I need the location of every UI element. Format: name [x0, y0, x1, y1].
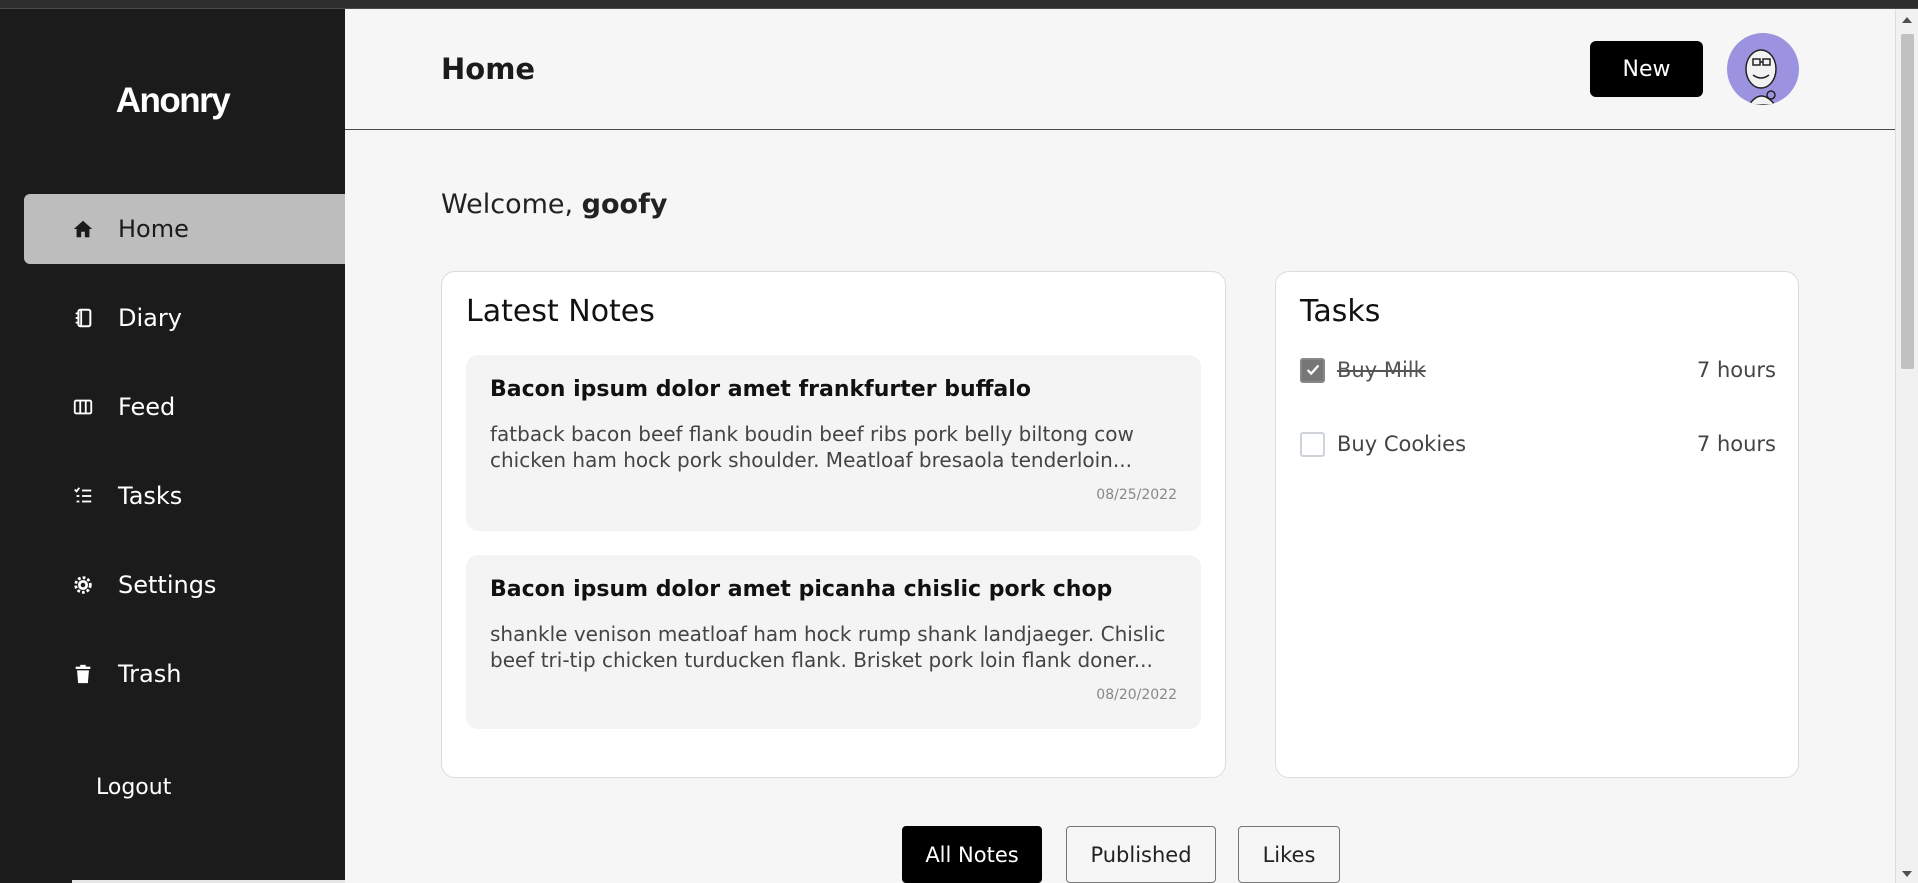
tab-all-notes[interactable]: All Notes: [902, 826, 1042, 883]
note-excerpt: shankle venison meatloaf ham hock rump s…: [490, 622, 1166, 672]
tasks-title: Tasks: [1300, 294, 1381, 329]
scroll-down-arrow-icon[interactable]: [1902, 871, 1912, 877]
task-item: Buy Milk 7 hours: [1300, 355, 1776, 385]
sidebar-item-label: Tasks: [118, 482, 183, 510]
sidebar-item-home[interactable]: Home: [24, 194, 345, 264]
sidebar-item-trash[interactable]: Trash: [24, 639, 345, 709]
avatar-icon[interactable]: [1727, 33, 1799, 105]
logout-button[interactable]: Logout: [96, 775, 171, 800]
note-title: Bacon ipsum dolor amet picanha chislic p…: [490, 577, 1113, 602]
check-icon: [1306, 364, 1319, 376]
page-header: Home New: [345, 9, 1895, 130]
task-label: Buy Cookies: [1337, 432, 1467, 456]
home-icon: [72, 218, 94, 240]
tasks-card: Tasks Buy Milk 7 hours Buy Cookies 7 hou…: [1275, 271, 1799, 778]
page-title: Home: [441, 52, 536, 86]
sidebar-item-label: Settings: [118, 571, 217, 599]
sidebar: Anonry Home Diary Feed Tasks Settings Tr…: [0, 9, 588, 883]
sidebar-item-label: Feed: [118, 393, 176, 421]
feed-icon: [72, 396, 94, 418]
note-date: 08/20/2022: [1096, 687, 1177, 703]
task-time: 7 hours: [1696, 358, 1776, 382]
tasks-icon: [72, 485, 94, 507]
settings-icon: [72, 574, 94, 596]
scroll-up-arrow-icon[interactable]: [1902, 17, 1912, 23]
tab-likes[interactable]: Likes: [1238, 826, 1340, 883]
new-button[interactable]: New: [1590, 41, 1703, 97]
note-date: 08/25/2022: [1096, 487, 1177, 503]
latest-notes-card: Latest Notes Bacon ipsum dolor amet fran…: [441, 271, 1226, 778]
diary-icon: [72, 307, 94, 329]
note-excerpt: fatback bacon beef flank boudin beef rib…: [490, 422, 1134, 472]
vertical-scrollbar[interactable]: [1895, 9, 1918, 883]
sidebar-item-label: Diary: [118, 304, 182, 332]
welcome-message: Welcome, goofy: [441, 189, 667, 220]
main-content: Home New Welcome, goofy Latest Notes Bac…: [345, 9, 1895, 883]
tab-published[interactable]: Published: [1066, 826, 1216, 883]
note-title: Bacon ipsum dolor amet frankfurter buffa…: [490, 377, 1031, 402]
sidebar-item-feed[interactable]: Feed: [24, 372, 345, 442]
task-item: Buy Cookies 7 hours: [1300, 429, 1776, 459]
app-logo: Anonry: [115, 81, 231, 120]
task-time: 7 hours: [1696, 432, 1776, 456]
sidebar-item-label: Trash: [118, 660, 182, 688]
trash-icon: [72, 663, 94, 685]
latest-notes-title: Latest Notes: [466, 294, 655, 329]
note-card[interactable]: Bacon ipsum dolor amet frankfurter buffa…: [466, 355, 1201, 531]
note-card[interactable]: Bacon ipsum dolor amet picanha chislic p…: [466, 555, 1201, 729]
sidebar-item-tasks[interactable]: Tasks: [24, 461, 345, 531]
task-checkbox[interactable]: [1300, 431, 1325, 457]
sidebar-item-settings[interactable]: Settings: [24, 550, 345, 620]
sidebar-item-label: Home: [118, 215, 189, 243]
welcome-username: goofy: [581, 189, 668, 220]
welcome-prefix: Welcome,: [441, 189, 582, 220]
browser-top-bar: [0, 0, 1918, 9]
task-label: Buy Milk: [1337, 358, 1426, 382]
task-checkbox[interactable]: [1300, 357, 1325, 383]
sidebar-item-diary[interactable]: Diary: [24, 283, 345, 353]
scrollbar-thumb[interactable]: [1901, 34, 1914, 369]
